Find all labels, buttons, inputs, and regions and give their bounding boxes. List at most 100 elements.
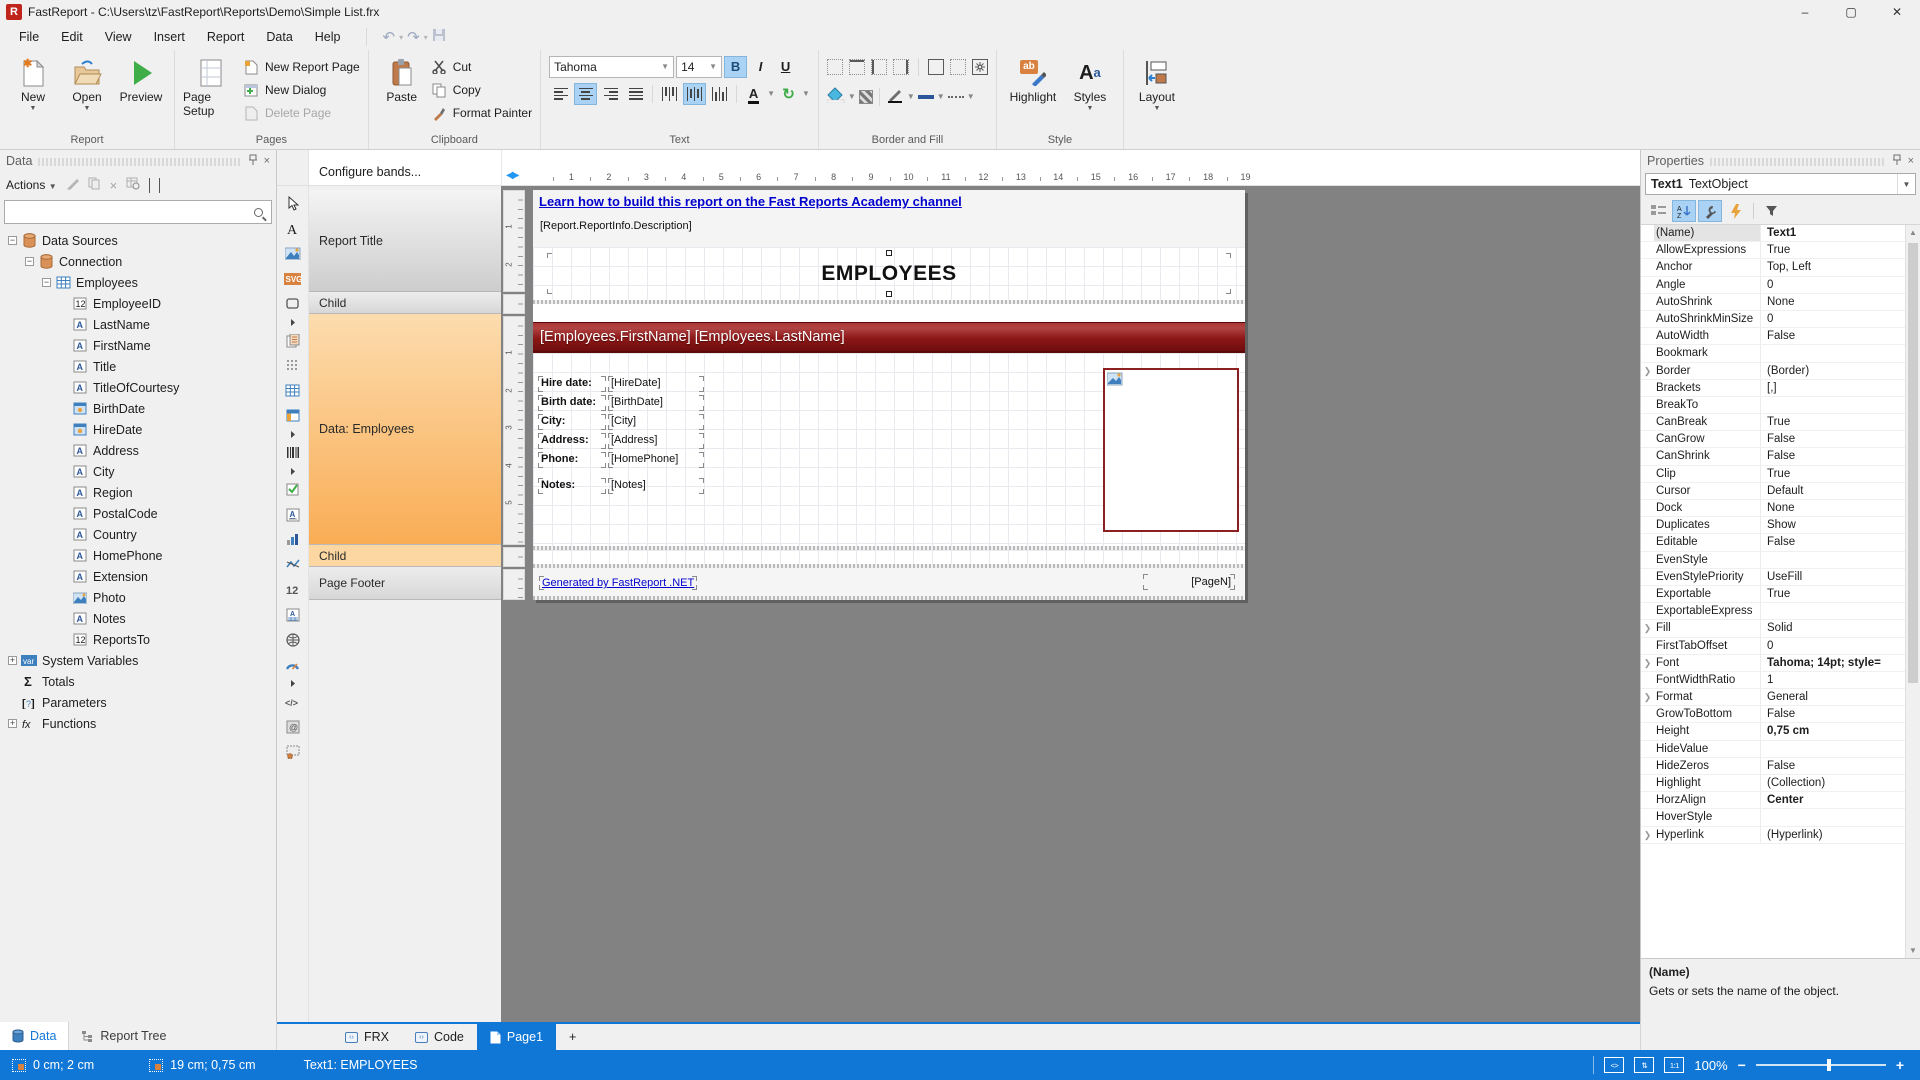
scrollbar-thumb[interactable] xyxy=(1908,243,1918,683)
tool-pagenum-icon[interactable]: 12 xyxy=(281,578,305,601)
menu-view[interactable]: View xyxy=(94,26,143,48)
line-style-dropdown-icon[interactable]: ▼ xyxy=(967,92,975,101)
text-color-dropdown-icon[interactable]: ▼ xyxy=(767,89,775,98)
actions-dropdown[interactable]: Actions ▼ xyxy=(6,178,57,192)
copy-button[interactable]: Copy xyxy=(431,80,532,100)
tool-subreport-icon[interactable] xyxy=(281,329,305,352)
fill-color-dropdown-icon[interactable]: ▼ xyxy=(848,92,856,101)
object-selector-combo[interactable]: Text1 TextObject ▼ xyxy=(1645,173,1916,195)
property-value[interactable]: None xyxy=(1761,500,1905,516)
layout-dropdown-icon[interactable]: ▼ xyxy=(1153,105,1160,112)
align-center-icon[interactable] xyxy=(574,83,597,105)
field-label[interactable]: Hire date: xyxy=(538,376,606,392)
field-label[interactable]: Birth date: xyxy=(538,395,606,411)
object-selector-dropdown-icon[interactable]: ▼ xyxy=(1897,174,1915,194)
line-width-dropdown-icon[interactable]: ▼ xyxy=(937,92,945,101)
underline-button[interactable]: U xyxy=(774,56,797,78)
property-row-breakto[interactable]: BreakTo xyxy=(1641,397,1905,414)
tree-item-homephone[interactable]: −AHomePhone xyxy=(0,545,276,566)
property-row-fill[interactable]: ❯FillSolid xyxy=(1641,620,1905,637)
expand-property-icon[interactable]: ❯ xyxy=(1641,827,1654,843)
expand-icon[interactable]: + xyxy=(8,719,17,728)
property-value[interactable] xyxy=(1761,741,1905,757)
valign-bottom-icon[interactable] xyxy=(708,83,731,105)
tool-picture-icon[interactable] xyxy=(281,242,305,265)
filter-icon[interactable] xyxy=(1759,200,1783,222)
data-search-input[interactable] xyxy=(4,200,272,224)
tree-item-birthdate[interactable]: −BirthDate xyxy=(0,398,276,419)
tool-svg-icon[interactable]: SVG xyxy=(281,267,305,290)
tool-pointer-icon[interactable] xyxy=(281,192,305,215)
tree-item-employeeid[interactable]: −12EmployeeID xyxy=(0,293,276,314)
tool-text-icon[interactable]: A xyxy=(281,217,305,240)
tree-item-system-variables[interactable]: +varSystem Variables xyxy=(0,650,276,671)
band-page-footer[interactable]: Page Footer xyxy=(309,567,501,600)
menu-report[interactable]: Report xyxy=(196,26,256,48)
tree-item-lastname[interactable]: −ALastName xyxy=(0,314,276,335)
property-row-format[interactable]: ❯FormatGeneral xyxy=(1641,689,1905,706)
zoom-100-icon[interactable]: 1:1 xyxy=(1664,1057,1684,1073)
border-left-icon[interactable] xyxy=(871,59,887,75)
property-value[interactable]: (Hyperlink) xyxy=(1761,827,1905,843)
tool-html-icon[interactable]: </> xyxy=(281,690,305,713)
move-down-icon[interactable] xyxy=(159,178,160,192)
bold-button[interactable]: B xyxy=(724,56,747,78)
property-row-growtobottom[interactable]: GrowToBottomFalse xyxy=(1641,706,1905,723)
page-footer-band[interactable]: Generated by FastReport .NET [PageN] xyxy=(533,568,1245,598)
tree-item-firstname[interactable]: −AFirstName xyxy=(0,335,276,356)
tool-chart-icon[interactable] xyxy=(281,528,305,551)
property-value[interactable]: Show xyxy=(1761,517,1905,533)
property-value[interactable] xyxy=(1761,345,1905,361)
property-value[interactable]: True xyxy=(1761,586,1905,602)
minimize-button[interactable]: – xyxy=(1782,0,1828,24)
close-panel-icon[interactable]: × xyxy=(1908,155,1914,167)
academy-hyperlink[interactable]: Learn how to build this report on the Fa… xyxy=(539,194,962,209)
property-row-canbreak[interactable]: CanBreakTrue xyxy=(1641,414,1905,431)
property-value[interactable]: Solid xyxy=(1761,620,1905,636)
property-row-autoshrink[interactable]: AutoShrinkNone xyxy=(1641,294,1905,311)
edit-item-icon[interactable] xyxy=(66,177,79,193)
property-row-border[interactable]: ❯Border(Border) xyxy=(1641,363,1905,380)
tool-checkbox-icon[interactable] xyxy=(281,478,305,501)
text-color-button[interactable]: A xyxy=(742,83,765,105)
property-value[interactable]: False xyxy=(1761,431,1905,447)
line-color-icon[interactable] xyxy=(886,87,904,106)
tree-item-totals[interactable]: −ΣTotals xyxy=(0,671,276,692)
property-value[interactable]: Center xyxy=(1761,792,1905,808)
menu-edit[interactable]: Edit xyxy=(50,26,94,48)
search-input[interactable] xyxy=(5,202,254,222)
open-dropdown-icon[interactable]: ▼ xyxy=(84,105,91,112)
font-name-combo[interactable]: Tahoma▼ xyxy=(549,56,674,78)
property-row-allowexpressions[interactable]: AllowExpressionsTrue xyxy=(1641,242,1905,259)
property-row-brackets[interactable]: Brackets[,] xyxy=(1641,380,1905,397)
property-value[interactable]: Text1 xyxy=(1761,225,1905,241)
maximize-button[interactable]: ▢ xyxy=(1828,0,1874,24)
zoom-out-button[interactable]: − xyxy=(1738,1057,1746,1073)
scroll-up-icon[interactable]: ▲ xyxy=(1906,225,1920,240)
tree-item-title[interactable]: −ATitle xyxy=(0,356,276,377)
undo-dropdown-icon[interactable]: ▾ xyxy=(399,33,403,42)
property-row-horzalign[interactable]: HorzAlignCenter xyxy=(1641,792,1905,809)
tool-matrix-icon[interactable] xyxy=(281,404,305,427)
property-value[interactable]: None xyxy=(1761,294,1905,310)
tree-item-connection[interactable]: −Connection xyxy=(0,251,276,272)
report-description-field[interactable]: [Report.ReportInfo.Description] xyxy=(540,220,692,232)
border-right-icon[interactable] xyxy=(893,59,909,75)
more-arrow-icon[interactable] xyxy=(281,466,305,476)
valign-middle-icon[interactable] xyxy=(683,83,706,105)
property-value[interactable] xyxy=(1761,809,1905,825)
page-setup-button[interactable]: Page Setup xyxy=(183,54,239,118)
field-value[interactable]: [Notes] xyxy=(608,478,704,494)
tree-item-parameters[interactable]: −[?]Parameters xyxy=(0,692,276,713)
more-arrow-icon[interactable] xyxy=(281,317,305,327)
band-toggle-icon[interactable]: ◀▶ xyxy=(506,170,517,181)
tree-item-employees[interactable]: −Employees xyxy=(0,272,276,293)
alphabetical-sort-icon[interactable]: AZ xyxy=(1672,200,1696,222)
report-title-band[interactable]: Learn how to build this report on the Fa… xyxy=(533,190,1245,247)
property-value[interactable] xyxy=(1761,603,1905,619)
line-width-icon[interactable] xyxy=(918,95,934,99)
more-arrow-icon[interactable] xyxy=(281,678,305,688)
property-row-hidezeros[interactable]: HideZerosFalse xyxy=(1641,758,1905,775)
scroll-down-icon[interactable]: ▼ xyxy=(1906,943,1920,958)
tree-item-photo[interactable]: −Photo xyxy=(0,587,276,608)
